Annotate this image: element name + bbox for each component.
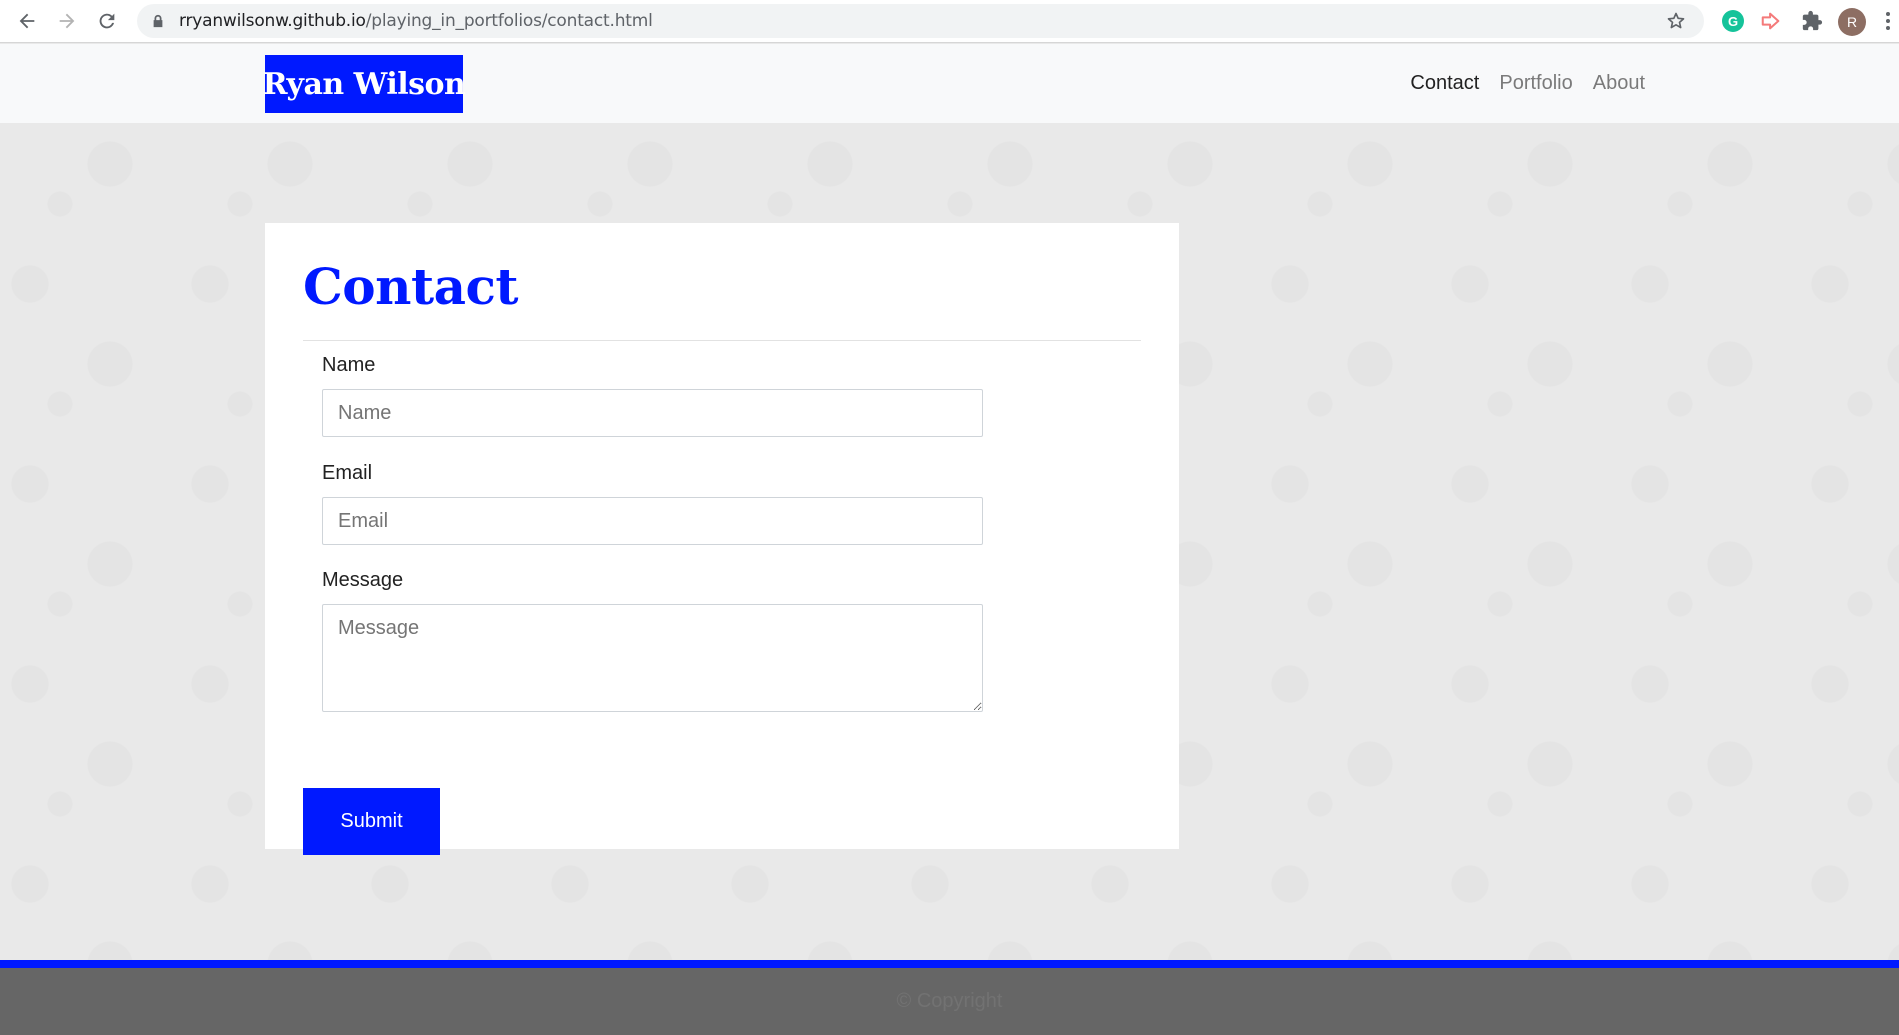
email-label: Email: [322, 462, 373, 484]
grammarly-letter: G: [1722, 10, 1744, 32]
puzzle-icon[interactable]: [1800, 9, 1824, 33]
title-divider: [303, 340, 1141, 341]
page-viewport: Ryan Wilson Contact Portfolio About Cont…: [0, 44, 1899, 1035]
nav-link-contact[interactable]: Contact: [1410, 72, 1479, 95]
menu-dots-icon[interactable]: [1883, 10, 1893, 32]
contact-card: Contact Name Email Message Submit: [265, 223, 1179, 855]
address-bar[interactable]: rryanwilsonw.github.io/playing_in_portfo…: [137, 4, 1704, 38]
forward-arrow-icon[interactable]: [47, 1, 87, 41]
nav-link-portfolio[interactable]: Portfolio: [1499, 72, 1572, 95]
copyright-text: © Copyright: [896, 990, 1003, 1012]
email-field[interactable]: [322, 497, 983, 545]
profile-avatar[interactable]: R: [1838, 8, 1866, 36]
site-nav: Contact Portfolio About: [1410, 44, 1645, 123]
message-label: Message: [322, 569, 404, 591]
site-brand[interactable]: Ryan Wilson: [263, 55, 466, 113]
message-field[interactable]: [322, 604, 983, 712]
name-label: Name: [322, 354, 376, 376]
star-icon[interactable]: [1666, 11, 1686, 31]
back-arrow-icon[interactable]: [7, 1, 47, 41]
page-title: Contact: [303, 257, 519, 316]
site-footer: © Copyright: [0, 968, 1899, 1035]
browser-toolbar: rryanwilsonw.github.io/playing_in_portfo…: [0, 0, 1899, 43]
submit-button[interactable]: Submit: [303, 788, 440, 855]
lock-icon[interactable]: [151, 13, 167, 29]
extension-arrow-icon[interactable]: [1759, 9, 1783, 33]
site-header: Ryan Wilson Contact Portfolio About: [0, 44, 1899, 123]
nav-link-about[interactable]: About: [1593, 72, 1645, 95]
reload-icon[interactable]: [87, 1, 127, 41]
footer-accent-stripe: [0, 960, 1899, 968]
name-field[interactable]: [322, 389, 983, 437]
grammarly-icon[interactable]: G: [1721, 9, 1745, 33]
url-path: /playing_in_portfolios/contact.html: [365, 11, 653, 31]
url-host: rryanwilsonw.github.io: [179, 11, 366, 31]
url-text: rryanwilsonw.github.io/playing_in_portfo…: [179, 11, 653, 31]
